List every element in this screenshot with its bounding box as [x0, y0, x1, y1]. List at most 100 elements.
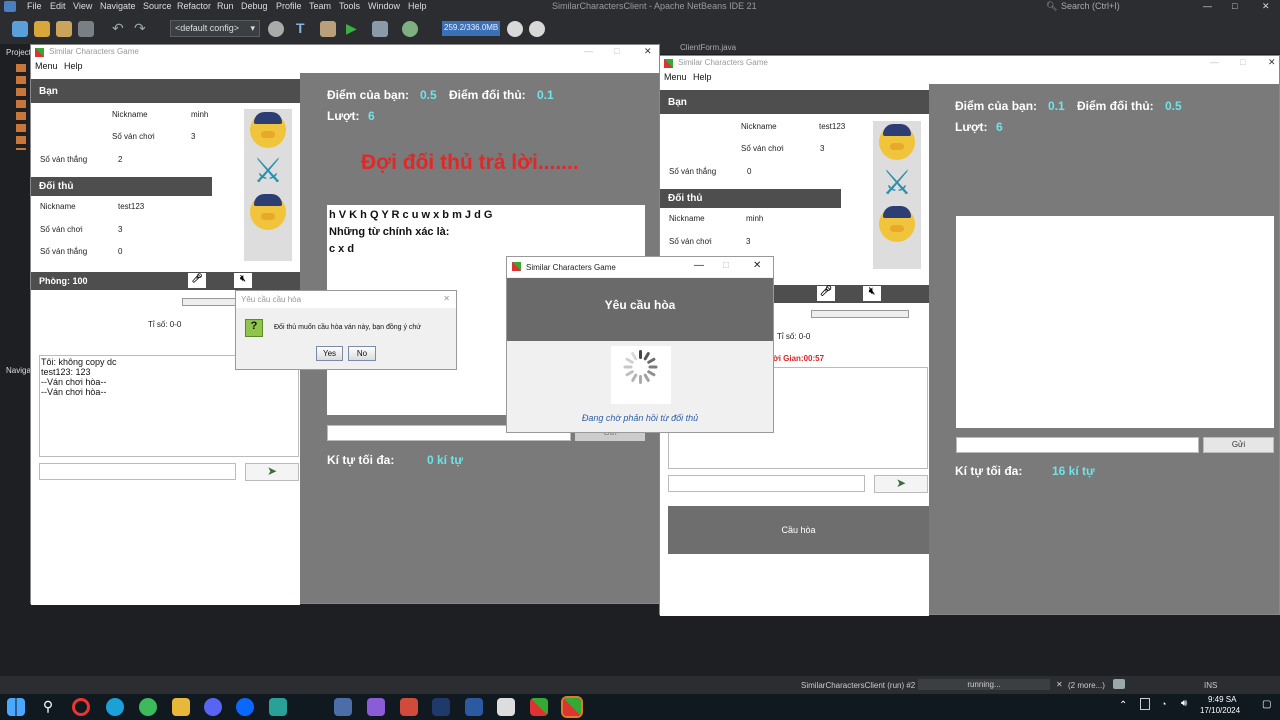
- ide-menu-run[interactable]: Run: [217, 1, 234, 11]
- discord-icon[interactable]: [204, 698, 222, 716]
- ide-menu-file[interactable]: File: [27, 1, 42, 11]
- close-icon[interactable]: ✕: [1268, 57, 1276, 68]
- opp-score-label: Điểm đối thủ:: [449, 88, 526, 102]
- mute-speaker-icon[interactable]: 🔇︎: [234, 273, 252, 288]
- ide-menu-window[interactable]: Window: [368, 1, 400, 11]
- ide-menu-tools[interactable]: Tools: [339, 1, 360, 11]
- profiler-snapshot-icon[interactable]: [529, 21, 545, 37]
- ide-menu-team[interactable]: Team: [309, 1, 331, 11]
- left-window-title: Similar Characters Game: [49, 47, 139, 56]
- yes-button[interactable]: Yes: [316, 346, 343, 361]
- minimize-icon[interactable]: —: [584, 46, 593, 56]
- menu-menu[interactable]: Menu: [664, 72, 687, 82]
- open-project-icon[interactable]: [56, 21, 72, 37]
- no-button[interactable]: No: [348, 346, 376, 361]
- chat-send-button[interactable]: ➤: [874, 475, 928, 493]
- game-app-icon[interactable]: [561, 696, 583, 718]
- debug-icon[interactable]: [372, 21, 388, 37]
- ide-menu-profile[interactable]: Profile: [276, 1, 302, 11]
- visual-studio-icon[interactable]: [367, 698, 385, 716]
- app-icon[interactable]: [269, 698, 287, 716]
- ide-menu-refactor[interactable]: Refactor: [177, 1, 211, 11]
- gc-icon[interactable]: [507, 21, 523, 37]
- chat-input[interactable]: [39, 463, 236, 480]
- java-icon[interactable]: [497, 698, 515, 716]
- tray-chevron-icon[interactable]: ⌃: [1119, 700, 1127, 711]
- maximize-icon[interactable]: □: [723, 260, 729, 271]
- netbeans-icon[interactable]: [465, 698, 483, 716]
- wifi-icon[interactable]: ◔: [1161, 699, 1166, 709]
- close-icon[interactable]: ✕: [443, 294, 450, 303]
- mute-mic-icon[interactable]: 🎤︎: [188, 273, 206, 288]
- close-icon[interactable]: ✕: [644, 46, 652, 57]
- ide-title: SimilarCharactersClient - Apache NetBean…: [552, 1, 757, 11]
- more-tasks-link[interactable]: (2 more...): [1068, 681, 1105, 690]
- ide-menu-edit[interactable]: Edit: [50, 1, 66, 11]
- maximize-icon[interactable]: □: [1232, 1, 1237, 11]
- dialog-titlebar: Similar Characters Game — □ ✕: [507, 257, 773, 277]
- maximize-icon[interactable]: □: [1240, 57, 1245, 67]
- chrome-icon[interactable]: [139, 698, 157, 716]
- close-icon[interactable]: ✕: [753, 260, 761, 271]
- undo-icon[interactable]: ↶: [112, 21, 128, 37]
- edge-icon[interactable]: [106, 698, 124, 716]
- minimize-icon[interactable]: —: [694, 260, 704, 271]
- chat-log[interactable]: Tôi: không copy dc test123: 123 --Ván ch…: [39, 355, 299, 457]
- close-icon[interactable]: ✕: [1262, 1, 1270, 12]
- globe-icon[interactable]: [268, 21, 284, 37]
- mute-mic-icon[interactable]: 🎤︎: [817, 286, 835, 301]
- ide-search-input[interactable]: Search (Ctrl+I): [1061, 1, 1120, 11]
- run-icon[interactable]: ▶: [346, 21, 362, 37]
- draw-request-button[interactable]: Cầu hòa: [668, 506, 929, 554]
- notification-center-icon[interactable]: ▢: [1262, 699, 1271, 710]
- start-icon[interactable]: [7, 698, 25, 716]
- zalo-icon[interactable]: [236, 698, 254, 716]
- app-icon[interactable]: [432, 698, 450, 716]
- search-icon[interactable]: ⚲: [39, 698, 57, 716]
- self-nickname-label: Nickname: [741, 122, 777, 131]
- new-file-icon[interactable]: [12, 21, 28, 37]
- menu-help[interactable]: Help: [64, 61, 83, 71]
- opp-nickname: test123: [118, 202, 145, 211]
- ide-menu-navigate[interactable]: Navigate: [100, 1, 136, 11]
- ide-menu-help[interactable]: Help: [408, 1, 427, 11]
- opera-icon[interactable]: [72, 698, 90, 716]
- clock-date[interactable]: 17/10/2024: [1200, 706, 1240, 715]
- profile-icon[interactable]: [402, 21, 418, 37]
- chat-input[interactable]: [668, 475, 865, 492]
- build-icon[interactable]: T: [296, 21, 312, 37]
- run-status-label[interactable]: SimilarCharactersClient (run) #2: [801, 681, 915, 690]
- app-icon[interactable]: [400, 698, 418, 716]
- config-select[interactable]: <default config> ▾: [170, 20, 260, 37]
- save-all-icon[interactable]: [78, 21, 94, 37]
- left-window-menubar: Menu Help: [31, 59, 659, 73]
- opp-games: 3: [118, 225, 123, 234]
- app-icon[interactable]: [334, 698, 352, 716]
- editor-tab[interactable]: ClientForm.java: [680, 43, 736, 52]
- game-app-icon[interactable]: [530, 698, 548, 716]
- maximize-icon[interactable]: □: [614, 46, 619, 56]
- answer-input[interactable]: [956, 437, 1199, 453]
- menu-help[interactable]: Help: [693, 72, 712, 82]
- minimize-icon[interactable]: —: [1210, 57, 1219, 67]
- answer-send-button[interactable]: Gửi: [1203, 437, 1274, 453]
- clock-time[interactable]: 9:49 SA: [1208, 695, 1236, 704]
- redo-icon[interactable]: ↷: [134, 21, 150, 37]
- file-explorer-icon[interactable]: [172, 698, 190, 716]
- volume-icon[interactable]: 🔊︎: [1181, 698, 1187, 709]
- mute-speaker-icon[interactable]: 🔇︎: [863, 286, 881, 301]
- memory-gauge[interactable]: 259.2/336.0MB: [442, 21, 500, 36]
- cancel-run-icon[interactable]: ✕: [1056, 680, 1063, 689]
- notifications-icon[interactable]: [1113, 679, 1125, 689]
- minimize-icon[interactable]: —: [1203, 1, 1212, 11]
- tray-app-icon[interactable]: [1140, 698, 1150, 710]
- ide-menu-debug[interactable]: Debug: [241, 1, 268, 11]
- clean-build-icon[interactable]: [320, 21, 336, 37]
- menu-menu[interactable]: Menu: [35, 61, 58, 71]
- chat-send-button[interactable]: ➤: [245, 463, 299, 481]
- project-tree-icons[interactable]: [16, 64, 26, 150]
- opp-games-label: Số ván chơi: [40, 225, 83, 234]
- new-project-icon[interactable]: [34, 21, 50, 37]
- ide-menu-view[interactable]: View: [73, 1, 92, 11]
- ide-menu-source[interactable]: Source: [143, 1, 172, 11]
